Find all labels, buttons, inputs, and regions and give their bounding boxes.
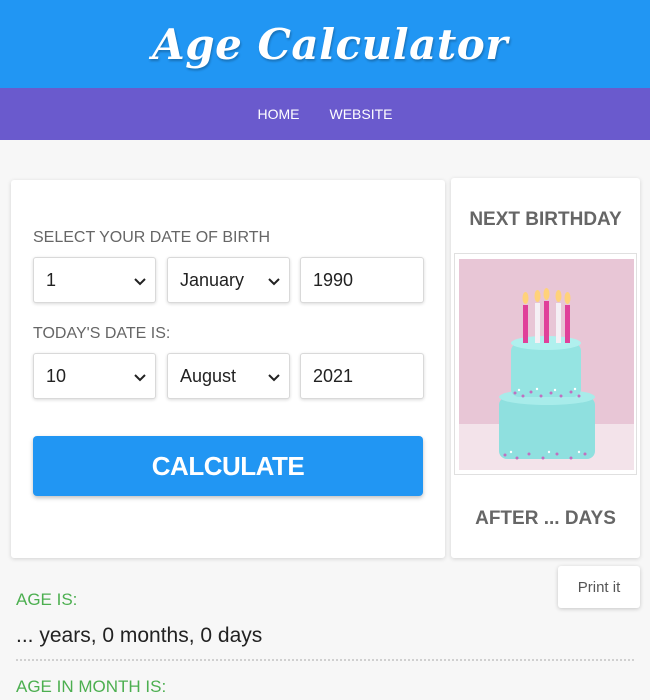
calculate-button[interactable]: CALCULATE [33, 436, 423, 496]
divider [16, 659, 634, 661]
dob-month-select[interactable]: January [167, 257, 290, 303]
age-in-month-label: AGE IN MONTH IS: [16, 677, 167, 696]
today-year-value: 2021 [313, 365, 354, 386]
next-birthday-title: NEXT BIRTHDAY [469, 209, 622, 230]
age-label: AGE IS: [16, 590, 78, 609]
today-label: TODAY'S DATE IS: [33, 325, 171, 342]
today-day-select[interactable]: 10 [33, 353, 156, 399]
chevron-down-icon [268, 374, 280, 382]
after-days-text: AFTER ... DAYS [475, 508, 616, 529]
print-button[interactable]: Print it [558, 566, 640, 608]
nav-website-link[interactable]: WEBSITE [329, 106, 392, 122]
age-value: ... years, 0 months, 0 days [16, 624, 263, 647]
cake-icon [459, 259, 634, 470]
today-day-value: 10 [46, 365, 67, 386]
birthday-cake-image [454, 253, 637, 475]
dob-year-input[interactable]: 1990 [300, 257, 424, 303]
chevron-down-icon [268, 278, 280, 286]
nav-bar: HOME WEBSITE [0, 88, 650, 140]
dob-day-value: 1 [46, 269, 57, 290]
nav-home-link[interactable]: HOME [257, 106, 299, 122]
date-form-card: SELECT YOUR DATE OF BIRTH 1 January 1990… [11, 180, 445, 558]
dob-day-select[interactable]: 1 [33, 257, 156, 303]
today-year-input[interactable]: 2021 [300, 353, 424, 399]
chevron-down-icon [134, 278, 146, 286]
dob-year-value: 1990 [313, 269, 354, 290]
dob-month-value: January [180, 269, 245, 290]
chevron-down-icon [134, 374, 146, 382]
today-month-select[interactable]: August [167, 353, 290, 399]
dob-label: SELECT YOUR DATE OF BIRTH [33, 229, 271, 246]
app-title: Age Calculator [152, 19, 508, 69]
app-header: Age Calculator [0, 0, 650, 88]
next-birthday-card: NEXT BIRTHDAY AFTER ... DAYS [451, 178, 640, 558]
today-month-value: August [180, 365, 237, 386]
